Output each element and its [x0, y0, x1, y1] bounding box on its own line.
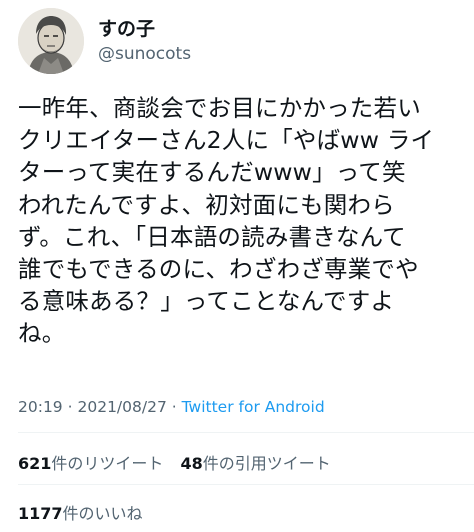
tweet-meta: 20:19 · 2021/08/27 · Twitter for Android	[18, 398, 325, 416]
meta-separator: ·	[67, 398, 73, 416]
divider	[18, 432, 474, 433]
tweet-time[interactable]: 20:19	[18, 398, 63, 416]
tweet-header: すの子 @sunocots	[18, 8, 191, 74]
user-handle[interactable]: @sunocots	[98, 43, 191, 65]
retweet-stats-row: 621件のリツイート 48件の引用ツイート	[18, 450, 331, 474]
quotes-count: 48	[180, 454, 203, 473]
avatar-illustration-icon	[18, 8, 84, 74]
avatar[interactable]	[18, 8, 84, 74]
quotes-label: 件の引用ツイート	[202, 454, 331, 473]
divider	[18, 484, 474, 485]
author-names: すの子 @sunocots	[98, 17, 191, 65]
likes-stats-row: 1177件のいいね	[18, 500, 143, 524]
retweets-count: 621	[18, 454, 52, 473]
tweet-date[interactable]: 2021/08/27	[77, 398, 166, 416]
tweet-text: 一昨年、商談会でお目にかかった若い クリエイターさん2人に「やばww ライ ター…	[18, 92, 464, 350]
tweet-text-line: ず。これ、「日本語の読み書きなんて	[18, 222, 406, 251]
tweet-source-link[interactable]: Twitter for Android	[182, 398, 325, 416]
tweet-text-line: ね。	[18, 319, 66, 348]
likes-stat[interactable]: 1177件のいいね	[18, 500, 143, 524]
tweet-text-line: われたんですよ、初対面にも関わら	[18, 190, 395, 219]
quotes-stat[interactable]: 48件の引用ツイート	[181, 450, 331, 474]
likes-count: 1177	[18, 504, 63, 523]
display-name[interactable]: すの子	[98, 17, 191, 41]
retweets-label: 件のリツイート	[51, 454, 164, 473]
tweet-text-line: 一昨年、商談会でお目にかかった若い	[18, 94, 421, 122]
retweets-stat[interactable]: 621件のリツイート	[18, 450, 163, 474]
tweet-text-line: クリエイターさん2人に「やばww ライ	[18, 126, 435, 155]
tweet-text-line: 誰でもできるのに、わざわざ専業でや	[18, 255, 419, 284]
tweet-text-line: る意味ある？」ってことなんですよ	[18, 287, 395, 316]
tweet-text-line: ターって実在するんだwww」って笑	[18, 158, 406, 187]
meta-separator: ·	[171, 398, 177, 416]
likes-label: 件のいいね	[62, 504, 143, 523]
